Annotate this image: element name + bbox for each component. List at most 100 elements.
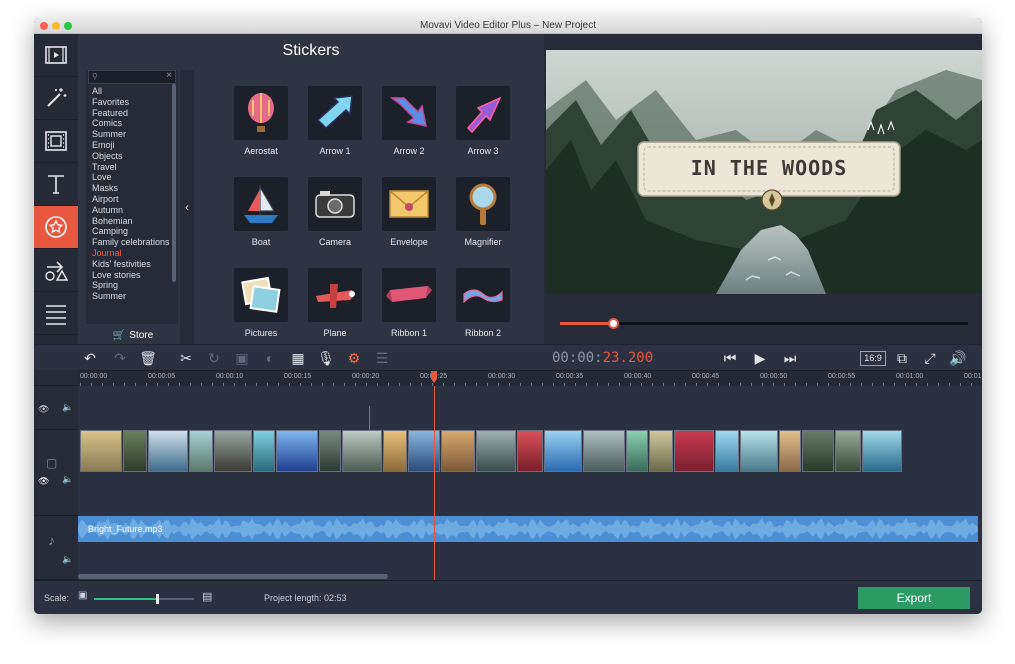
sticker-item[interactable]: Ribbon 1 [374,268,444,338]
video-clip[interactable] [383,430,407,472]
sticker-item[interactable]: Arrow 3 [448,86,518,156]
category-item[interactable]: Summer [92,129,176,140]
category-item[interactable]: Love [92,172,176,183]
zoom-out-icon[interactable]: ▣ [78,590,87,601]
video-clip[interactable] [779,430,801,472]
video-clip[interactable] [715,430,739,472]
video-clip[interactable] [189,430,213,472]
sticker-item[interactable]: Envelope [374,177,444,247]
video-clip[interactable] [544,430,582,472]
sticker-item[interactable]: Camera [300,177,370,247]
category-item[interactable]: Airport [92,194,176,205]
image-button[interactable]: ▦ [288,348,308,368]
sticker-item[interactable]: Arrow 2 [374,86,444,156]
category-item[interactable]: Emoji [92,140,176,151]
export-button[interactable]: Export [858,587,970,609]
callouts-button[interactable] [34,249,78,292]
clear-search-icon[interactable]: × [166,70,172,81]
category-item[interactable]: Bohemian [92,216,176,227]
sticker-item[interactable]: Magnifier [448,177,518,247]
volume-button[interactable]: 🔊 [948,348,968,368]
redo-button[interactable]: ↷ [110,348,130,368]
video-clip[interactable] [80,430,122,472]
video-clip[interactable] [319,430,341,472]
category-item[interactable]: Spring [92,280,176,291]
video-clip[interactable] [408,430,440,472]
undo-button[interactable]: ↶ [80,348,100,368]
category-item[interactable]: Masks [92,183,176,194]
video-clip[interactable] [862,430,902,472]
category-item[interactable]: Comics [92,118,176,129]
video-clip[interactable] [476,430,516,472]
transitions-button[interactable] [34,120,78,163]
delete-button[interactable]: 🗑 [138,348,158,368]
video-clip[interactable] [253,430,275,472]
category-item[interactable]: Camping [92,226,176,237]
video-clip[interactable] [583,430,625,472]
playhead-handle[interactable] [431,371,437,383]
store-button[interactable]: 🛒 Store [88,326,178,344]
video-clip[interactable] [276,430,318,472]
category-item[interactable]: All [92,86,176,97]
play-button[interactable]: ▶ [750,348,770,368]
category-item[interactable]: Travel [92,162,176,173]
titles-button[interactable] [34,163,78,206]
zoom-in-icon[interactable]: ▤ [202,590,212,603]
preview-seek-bar[interactable] [560,318,968,329]
video-clip[interactable] [835,430,861,472]
more-tools-button[interactable] [34,292,78,335]
video-clip[interactable] [123,430,147,472]
audio-clip[interactable]: Bright_Future.mp3 [78,516,978,542]
category-item[interactable]: Objects [92,151,176,162]
detach-preview-button[interactable]: ⧉ [892,348,912,368]
video-track[interactable] [78,430,978,472]
video-clip[interactable] [148,430,188,472]
scale-handle[interactable] [156,594,159,604]
filters-button[interactable] [34,77,78,120]
sticker-item[interactable]: Plane [300,268,370,338]
stickers-button[interactable] [34,206,78,249]
previous-frame-button[interactable]: ⏮ [720,348,740,368]
mute-icon[interactable]: 🔈 [62,402,73,413]
category-item[interactable]: Journal [92,248,176,259]
category-item[interactable]: Kids' festivities [92,259,176,270]
eye-icon[interactable]: 👁 [38,476,49,487]
category-search-input[interactable]: ⚲ × [88,70,176,84]
sticker-item[interactable]: Arrow 1 [300,86,370,156]
video-clip[interactable] [740,430,778,472]
collapse-categories-button[interactable]: ‹ [180,70,194,344]
timeline-ruler[interactable]: 00:00:00 00:00:05 00:00:10 00:00:15 00:00:20… [78,370,982,386]
video-clip[interactable] [802,430,834,472]
eye-icon[interactable]: 👁 [38,404,49,415]
video-clip[interactable] [214,430,252,472]
import-media-button[interactable] [34,34,78,77]
sticker-item[interactable]: Aerostat [226,86,296,156]
video-clip[interactable] [626,430,648,472]
next-frame-button[interactable]: ⏭ [780,348,800,368]
split-button[interactable]: ✂ [176,348,196,368]
scale-slider[interactable] [94,594,194,604]
rotate-button[interactable]: ↻ [204,348,224,368]
sticker-item[interactable]: Ribbon 2 [448,268,518,338]
category-scrollbar[interactable] [172,84,176,282]
aspect-ratio-button[interactable]: 16:9 [860,351,886,366]
video-clip[interactable] [342,430,382,472]
video-clip[interactable] [674,430,714,472]
mute-icon[interactable]: 🔈 [62,474,73,485]
sticker-item[interactable]: Pictures [226,268,296,338]
timeline-scrollbar[interactable] [78,574,388,579]
volume-icon[interactable]: 🔈 [62,554,73,565]
category-item[interactable]: Family celebrations [92,237,176,248]
clip-settings-button[interactable]: ⚙ [344,348,364,368]
category-item[interactable]: Love stories [92,270,176,281]
video-clip[interactable] [517,430,543,472]
seek-handle[interactable] [608,318,620,329]
category-item[interactable]: Summer [92,291,176,302]
sticker-item[interactable]: Boat [226,177,296,247]
category-item[interactable]: Featured [92,108,176,119]
video-clip[interactable] [649,430,673,472]
category-item[interactable]: Autumn [92,205,176,216]
color-adjust-button[interactable]: ◐ [260,348,280,368]
equalizer-button[interactable]: ☰ [372,348,392,368]
crop-button[interactable]: ▣ [232,348,252,368]
